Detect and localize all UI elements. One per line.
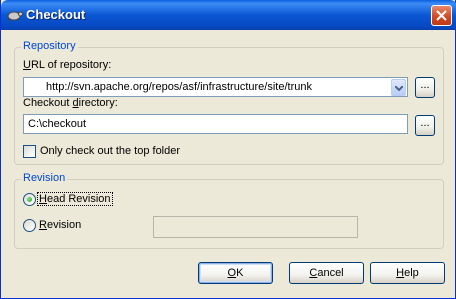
url-label: URL of repository: [23, 59, 112, 71]
revision-label[interactable]: Revision [39, 219, 81, 231]
tortoisesvn-icon [7, 8, 23, 22]
checkout-directory-label: Checkout directory: [23, 97, 118, 109]
repository-legend: Repository [21, 40, 78, 52]
revision-legend: Revision [21, 172, 68, 184]
revision-number-field [153, 216, 358, 238]
title-bar[interactable]: Checkout [1, 0, 456, 30]
cancel-button[interactable]: Cancel [289, 262, 364, 284]
revision-group: Revision [14, 172, 444, 249]
head-revision-label[interactable]: Head Revision [37, 192, 113, 206]
checkout-dialog: Checkout Repository URL of repository: h… [0, 0, 456, 299]
close-button[interactable] [431, 5, 452, 26]
radio-selected-dot [27, 197, 32, 202]
url-combobox[interactable]: http://svn.apache.org/repos/asf/infrastr… [23, 77, 408, 97]
window-title: Checkout [26, 7, 86, 22]
revision-number-input [154, 217, 357, 237]
top-folder-label[interactable]: Only check out the top folder [40, 145, 180, 157]
revision-radio[interactable] [23, 219, 36, 232]
checkout-directory-field[interactable] [23, 114, 408, 134]
close-icon [436, 10, 447, 21]
checkout-directory-input[interactable] [24, 115, 407, 133]
help-button[interactable]: Help [370, 262, 445, 284]
chevron-down-icon [395, 86, 403, 91]
checkout-browse-button[interactable]: ... [415, 115, 435, 136]
ok-button[interactable]: OK [198, 262, 273, 284]
url-browse-button[interactable]: ... [415, 77, 435, 98]
head-revision-radio[interactable] [23, 193, 36, 206]
url-value: http://svn.apache.org/repos/asf/infrastr… [46, 81, 312, 93]
top-folder-checkbox[interactable] [23, 145, 36, 158]
url-dropdown-button[interactable] [391, 79, 406, 96]
